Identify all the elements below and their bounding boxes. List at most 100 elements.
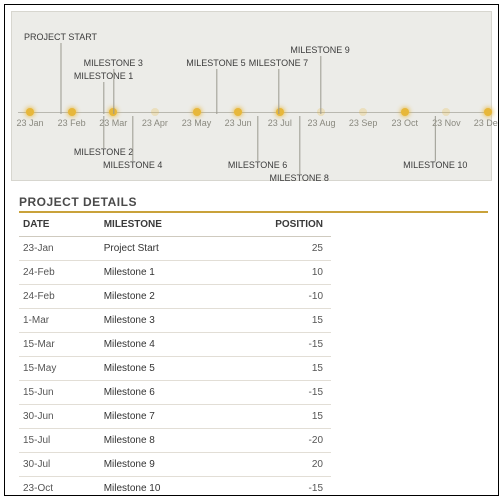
timeline-event: MILESTONE 1 — [74, 72, 133, 82]
cell-position: 15 — [225, 405, 331, 429]
cell-date: 23-Oct — [19, 477, 100, 497]
event-stem — [278, 69, 279, 114]
cell-milestone: Project Start — [100, 237, 225, 261]
tick-label: 23 Sep — [349, 118, 378, 128]
event-stem — [61, 43, 62, 114]
event-label: MILESTONE 10 — [403, 161, 467, 171]
event-label: MILESTONE 8 — [270, 174, 329, 184]
event-label: MILESTONE 2 — [74, 148, 133, 158]
table-row: 15-MayMilestone 515 — [19, 357, 331, 381]
table-row: 15-MarMilestone 4-15 — [19, 333, 331, 357]
cell-position: 25 — [225, 237, 331, 261]
event-stem — [104, 82, 105, 114]
timeline-event: MILESTONE 3 — [84, 59, 143, 69]
timeline-event: PROJECT START — [24, 33, 97, 43]
axis-tick: 23 Jun — [216, 112, 260, 128]
tick-label: 23 Jul — [268, 118, 292, 128]
tick-label: 23 Feb — [58, 118, 86, 128]
cell-date: 15-Jun — [19, 381, 100, 405]
app-frame: 23 Jan 23 Feb 23 Mar 23 Apr 23 May 23 Jun 23 J… — [4, 4, 499, 496]
table-row: 15-JulMilestone 8-20 — [19, 429, 331, 453]
event-label: MILESTONE 6 — [228, 161, 287, 171]
timeline-event: MILESTONE 4 — [103, 161, 162, 171]
timeline-event: MILESTONE 2 — [74, 148, 133, 158]
axis-tick: 23 Sep — [341, 112, 385, 128]
cell-milestone: Milestone 9 — [100, 453, 225, 477]
axis-tick: 23 May — [175, 112, 219, 128]
table-row: 24-FebMilestone 110 — [19, 261, 331, 285]
cell-date: 15-May — [19, 357, 100, 381]
event-label: MILESTONE 7 — [249, 58, 308, 68]
tick-label: 23 Oct — [391, 118, 418, 128]
cell-date: 24-Feb — [19, 285, 100, 309]
tick-label: 23 May — [182, 118, 212, 128]
cell-milestone: Milestone 10 — [100, 477, 225, 497]
cell-date: 24-Feb — [19, 261, 100, 285]
table-row: 30-JunMilestone 715 — [19, 405, 331, 429]
section-title: PROJECT DETAILS — [19, 195, 488, 209]
cell-position: -20 — [225, 429, 331, 453]
cell-position: -15 — [225, 477, 331, 497]
axis-tick: 23 Dec — [466, 112, 499, 128]
details-table: DATE MILESTONE POSITION 23-JanProject St… — [19, 213, 331, 496]
event-label: PROJECT START — [24, 32, 97, 42]
tick-label: 23 Jan — [16, 118, 43, 128]
cell-position: -10 — [225, 285, 331, 309]
axis-tick: 23 Oct — [383, 112, 427, 128]
tick-label: 23 Apr — [142, 118, 168, 128]
event-stem — [258, 116, 259, 161]
timeline-panel: 23 Jan 23 Feb 23 Mar 23 Apr 23 May 23 Jun 23 J… — [11, 11, 492, 181]
table-row: 23-JanProject Start25 — [19, 237, 331, 261]
tick-dot-icon — [401, 108, 409, 116]
table-row: 23-OctMilestone 10-15 — [19, 477, 331, 497]
table-row: 24-FebMilestone 2-10 — [19, 285, 331, 309]
timeline-event: MILESTONE 9 — [290, 46, 349, 56]
axis-tick: 23 Aug — [299, 112, 343, 128]
tick-label: 23 Dec — [474, 118, 499, 128]
event-label: MILESTONE 4 — [103, 161, 162, 171]
cell-position: 20 — [225, 453, 331, 477]
event-stem — [299, 116, 300, 174]
cell-position: -15 — [225, 381, 331, 405]
table-row: 30-JulMilestone 920 — [19, 453, 331, 477]
cell-date: 15-Mar — [19, 333, 100, 357]
event-label: MILESTONE 5 — [186, 58, 245, 68]
cell-date: 1-Mar — [19, 309, 100, 333]
cell-milestone: Milestone 4 — [100, 333, 225, 357]
event-label: MILESTONE 9 — [290, 45, 349, 55]
timeline-event: MILESTONE 5 — [186, 59, 245, 69]
axis-tick: 23 Feb — [50, 112, 94, 128]
event-stem — [320, 56, 321, 114]
table-header-row: DATE MILESTONE POSITION — [19, 213, 331, 237]
cell-date: 23-Jan — [19, 237, 100, 261]
tick-dot-icon — [68, 108, 76, 116]
tick-dot-icon — [193, 108, 201, 116]
timeline-event: MILESTONE 6 — [228, 161, 287, 171]
tick-dot-icon — [317, 108, 325, 116]
event-stem — [113, 69, 114, 114]
axis-tick: 23 Jan — [8, 112, 52, 128]
tick-dot-icon — [26, 108, 34, 116]
tick-dot-icon — [484, 108, 492, 116]
timeline-chart: 23 Jan 23 Feb 23 Mar 23 Apr 23 May 23 Jun 23 J… — [18, 16, 485, 174]
tick-dot-icon — [359, 108, 367, 116]
event-stem — [216, 69, 217, 114]
tick-label: 23 Nov — [432, 118, 461, 128]
tick-dot-icon — [234, 108, 242, 116]
timeline-event: MILESTONE 8 — [270, 174, 329, 184]
cell-milestone: Milestone 3 — [100, 309, 225, 333]
col-position: POSITION — [225, 213, 331, 237]
col-milestone: MILESTONE — [100, 213, 225, 237]
cell-milestone: Milestone 6 — [100, 381, 225, 405]
project-details-section: PROJECT DETAILS DATE MILESTONE POSITION … — [5, 181, 498, 496]
cell-position: -15 — [225, 333, 331, 357]
tick-label: 23 Jun — [225, 118, 252, 128]
axis-tick: 23 Mar — [91, 112, 135, 128]
cell-date: 30-Jun — [19, 405, 100, 429]
cell-milestone: Milestone 2 — [100, 285, 225, 309]
cell-milestone: Milestone 8 — [100, 429, 225, 453]
timeline-event: PROJECT END — [498, 59, 499, 69]
cell-position: 10 — [225, 261, 331, 285]
event-label: PROJECT END — [498, 58, 499, 68]
cell-milestone: Milestone 7 — [100, 405, 225, 429]
